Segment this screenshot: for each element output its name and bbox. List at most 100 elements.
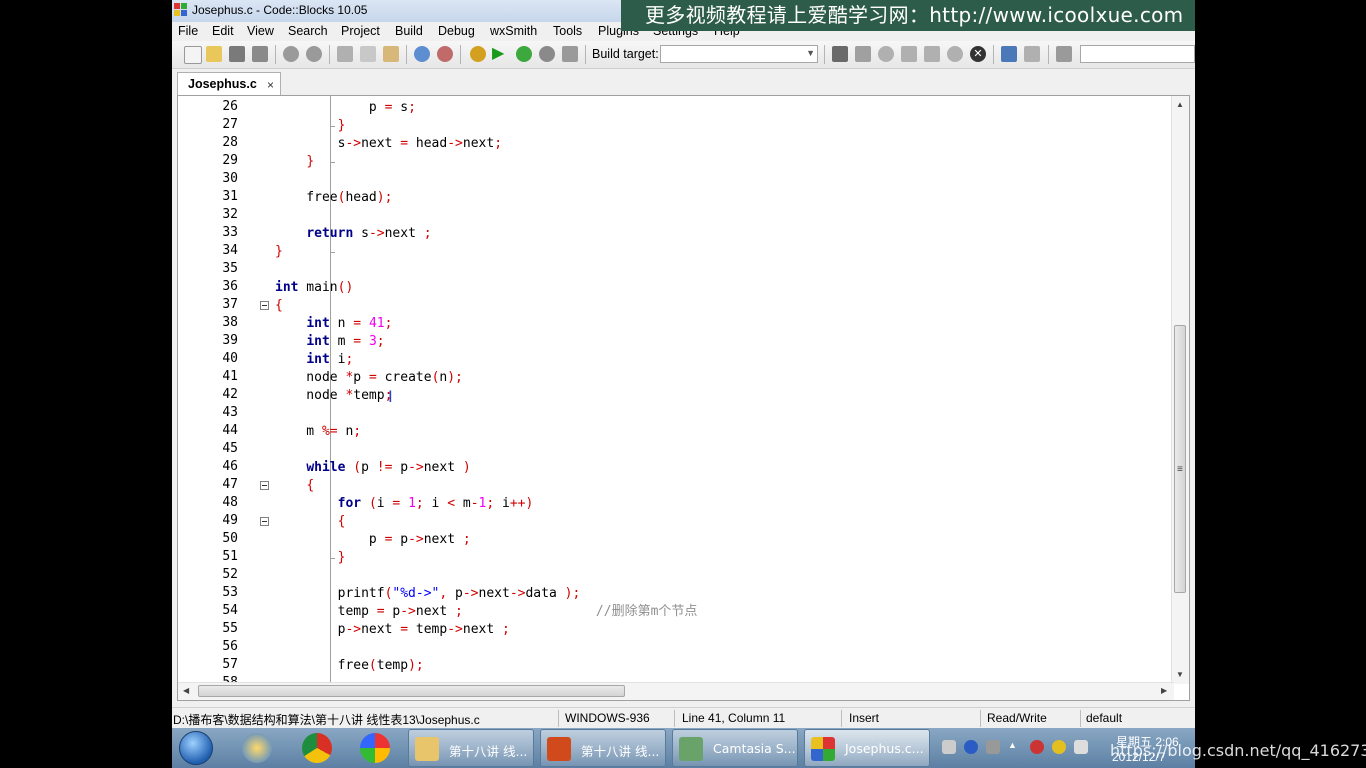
fold-toggle-icon[interactable] bbox=[260, 481, 269, 490]
update-icon[interactable] bbox=[1052, 740, 1066, 754]
redo-icon[interactable] bbox=[306, 46, 322, 62]
code-line[interactable]: p = s; bbox=[275, 99, 416, 117]
keyboard-icon[interactable] bbox=[942, 740, 956, 754]
menu-edit[interactable]: Edit bbox=[212, 24, 234, 38]
fold-toggle-icon[interactable] bbox=[260, 517, 269, 526]
code-editor[interactable]: 26 27 28 29 30 31 32 33 34 35 36 37 38 39 40 41 42 43 44 45… bbox=[177, 95, 1190, 701]
scroll-left-icon[interactable]: ◀ bbox=[183, 686, 189, 695]
taskbar-item-camtasia[interactable]: Camtasia S... bbox=[672, 729, 798, 767]
save-icon[interactable] bbox=[229, 46, 245, 62]
help-icon[interactable] bbox=[964, 740, 978, 754]
code-line[interactable]: int i; bbox=[275, 351, 353, 369]
colorful-app-icon[interactable] bbox=[360, 733, 390, 763]
code-line[interactable]: s->next = head->next; bbox=[275, 135, 502, 153]
code-line[interactable]: printf("%d->", p->next->data ); bbox=[275, 585, 581, 603]
code-token: i bbox=[423, 496, 448, 511]
code-line[interactable]: for (i = 1; i < m-1; i++) bbox=[275, 495, 534, 513]
rebuild-icon[interactable] bbox=[539, 46, 555, 62]
debug-info-icon[interactable] bbox=[1024, 46, 1040, 62]
code-line[interactable]: node *p = create(n); bbox=[275, 369, 463, 387]
scroll-up-icon[interactable]: ▲ bbox=[1176, 100, 1184, 109]
open-file-icon[interactable] bbox=[206, 46, 222, 62]
build-and-run-icon[interactable] bbox=[516, 46, 532, 62]
start-button-icon[interactable] bbox=[179, 731, 213, 765]
code-line[interactable]: m %= n; bbox=[275, 423, 361, 441]
new-file-icon[interactable] bbox=[184, 46, 202, 64]
step-into-icon[interactable] bbox=[901, 46, 917, 62]
code-token: int bbox=[306, 316, 330, 331]
stop-debug-icon[interactable]: ✕ bbox=[970, 46, 986, 62]
horizontal-scrollbar[interactable]: ◀ ▶ bbox=[178, 682, 1174, 700]
debug-step-icon[interactable] bbox=[878, 46, 894, 62]
menu-wxsmith[interactable]: wxSmith bbox=[490, 24, 537, 38]
toolbar-search-input[interactable] bbox=[1080, 45, 1195, 63]
language-bar-icon[interactable] bbox=[986, 740, 1000, 754]
code-line[interactable]: } bbox=[275, 549, 346, 567]
security-icon[interactable] bbox=[1030, 740, 1044, 754]
status-language: default bbox=[1086, 711, 1123, 725]
taskbar-item-codeblocks[interactable]: Josephus.c... bbox=[804, 729, 930, 767]
code-line[interactable]: int m = 3; bbox=[275, 333, 384, 351]
scroll-down-icon[interactable]: ▼ bbox=[1176, 670, 1184, 679]
code-token: temp bbox=[408, 622, 448, 637]
abort-icon[interactable] bbox=[562, 46, 578, 62]
menu-search[interactable]: Search bbox=[288, 24, 328, 38]
volume-icon[interactable] bbox=[1074, 740, 1088, 754]
cut-icon[interactable] bbox=[337, 46, 353, 62]
menu-build[interactable]: Build bbox=[395, 24, 423, 38]
vertical-scroll-thumb[interactable] bbox=[1174, 325, 1186, 593]
build-target-select[interactable]: ▼ bbox=[660, 45, 818, 63]
taskbar-item-folder[interactable]: 第十八讲 线... bbox=[408, 729, 534, 767]
code-line[interactable]: free(temp); bbox=[275, 657, 424, 675]
tab-josephus-c[interactable]: Josephus.c × bbox=[177, 72, 281, 95]
vertical-scrollbar[interactable]: ▲ ≡ ▼ bbox=[1171, 96, 1189, 684]
horizontal-scroll-thumb[interactable] bbox=[198, 685, 625, 697]
run-play-icon[interactable]: ▶ bbox=[492, 46, 508, 62]
media-player-icon[interactable] bbox=[242, 733, 272, 763]
menu-debug[interactable]: Debug bbox=[438, 24, 475, 38]
fold-toggle-icon[interactable] bbox=[260, 301, 269, 310]
code-line[interactable]: while (p != p->next ) bbox=[275, 459, 470, 477]
debug-next-icon[interactable] bbox=[855, 46, 871, 62]
code-line[interactable]: int main() bbox=[275, 279, 353, 297]
copy-icon[interactable] bbox=[360, 46, 376, 62]
code-line[interactable]: } bbox=[275, 153, 314, 171]
chevron-up-icon[interactable]: ▲ bbox=[1008, 740, 1022, 754]
code-line[interactable]: return s->next ; bbox=[275, 225, 431, 243]
code-line[interactable]: { bbox=[275, 477, 314, 495]
folder-icon bbox=[415, 737, 439, 761]
code-line[interactable]: temp = p->next ; //删除第m个节点 bbox=[275, 603, 698, 621]
continue-icon[interactable] bbox=[947, 46, 963, 62]
paste-icon[interactable] bbox=[383, 46, 399, 62]
save-all-icon[interactable] bbox=[252, 46, 268, 62]
code-line[interactable]: } bbox=[275, 117, 346, 135]
menu-file[interactable]: File bbox=[178, 24, 198, 38]
code-token: while bbox=[306, 460, 346, 475]
code-line[interactable]: } bbox=[275, 243, 283, 261]
code-token: next bbox=[478, 586, 510, 601]
replace-icon[interactable] bbox=[437, 46, 453, 62]
menu-tools[interactable]: Tools bbox=[553, 24, 582, 38]
debug-windows-icon[interactable] bbox=[1001, 46, 1017, 62]
scroll-right-icon[interactable]: ▶ bbox=[1161, 686, 1167, 695]
code-line[interactable]: int n = 41; bbox=[275, 315, 392, 333]
jump-icon[interactable] bbox=[1056, 46, 1072, 62]
chrome-icon[interactable] bbox=[302, 733, 332, 763]
find-icon[interactable] bbox=[414, 46, 430, 62]
menu-project[interactable]: Project bbox=[341, 24, 380, 38]
code-line[interactable]: free(head); bbox=[275, 189, 392, 207]
code-token: i bbox=[329, 352, 346, 367]
code-line[interactable]: { bbox=[275, 297, 283, 315]
code-line[interactable]: p->next = temp->next ; bbox=[275, 621, 510, 639]
debug-run-icon[interactable] bbox=[832, 46, 848, 62]
code-line[interactable]: { bbox=[275, 513, 346, 531]
code-line[interactable]: node *temp; bbox=[275, 387, 392, 405]
step-out-icon[interactable] bbox=[924, 46, 940, 62]
undo-icon[interactable] bbox=[283, 46, 299, 62]
taskbar-item-powerpoint[interactable]: 第十八讲 线... bbox=[540, 729, 666, 767]
menu-view[interactable]: View bbox=[247, 24, 274, 38]
close-icon[interactable]: × bbox=[267, 78, 274, 92]
code-line[interactable]: p = p->next ; bbox=[275, 531, 471, 549]
build-gear-icon[interactable] bbox=[470, 46, 486, 62]
